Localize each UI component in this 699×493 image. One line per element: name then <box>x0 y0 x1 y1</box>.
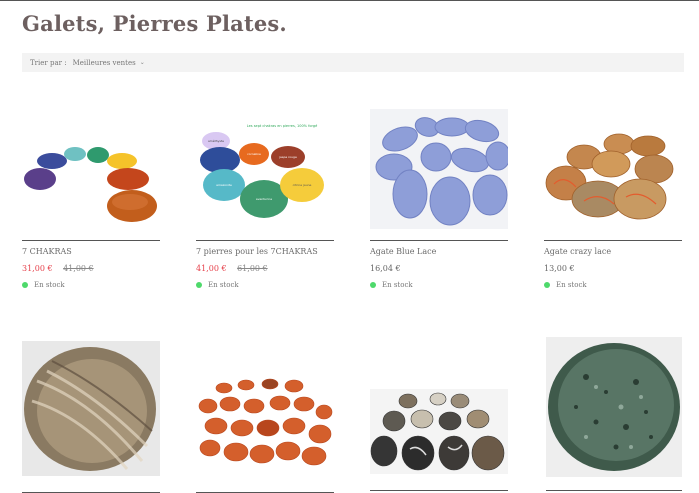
product-card[interactable]: Agate crazy lace 13,00 € En stock <box>544 109 682 289</box>
product-price: 41,00 € <box>196 264 227 273</box>
product-image[interactable] <box>544 109 682 229</box>
stock-status: En stock <box>544 281 587 289</box>
divider <box>544 240 682 241</box>
stock-label: En stock <box>382 281 413 289</box>
divider <box>196 240 334 241</box>
svg-text:jaspe rouge: jaspe rouge <box>278 155 297 159</box>
svg-text:citrine jaune: citrine jaune <box>293 183 312 187</box>
stock-status: En stock <box>22 281 65 289</box>
in-stock-dot-icon <box>196 282 202 288</box>
product-card[interactable] <box>370 389 508 491</box>
stock-status: En stock <box>196 281 239 289</box>
svg-text:améthyste: améthyste <box>208 139 224 143</box>
svg-text:cornaline: cornaline <box>247 152 261 156</box>
stock-label: En stock <box>208 281 239 289</box>
product-name[interactable]: 7 pierres pour les 7CHAKRAS <box>196 247 318 256</box>
product-card[interactable] <box>22 341 160 493</box>
product-price: 16,04 € <box>370 264 401 273</box>
svg-text:amazonite: amazonite <box>216 183 232 187</box>
sort-select[interactable]: Meilleures ventes <box>73 59 136 67</box>
product-image[interactable] <box>370 109 508 229</box>
stock-label: En stock <box>34 281 65 289</box>
sort-bar: Trier par : Meilleures ventes ⌄ <box>22 53 684 72</box>
sort-label: Trier par : <box>30 58 67 67</box>
product-price: 31,00 € <box>22 264 53 273</box>
product-image[interactable]: Les sept chakras en pierres, 100% forgé … <box>196 109 334 229</box>
product-image[interactable] <box>196 376 334 474</box>
stock-status: En stock <box>370 281 413 289</box>
product-old-price: 41,00 € <box>63 264 94 273</box>
product-image[interactable] <box>22 109 160 229</box>
product-card[interactable] <box>196 376 334 493</box>
product-price: 13,00 € <box>544 264 575 273</box>
svg-text:aventurine: aventurine <box>256 197 272 201</box>
page-title: Galets, Pierres Plates. <box>22 11 287 36</box>
product-card[interactable]: Les sept chakras en pierres, 100% forgé … <box>196 109 334 289</box>
product-name[interactable]: Agate crazy lace <box>544 247 611 256</box>
product-image[interactable] <box>22 341 160 476</box>
image-caption: Les sept chakras en pierres, 100% forgé <box>247 124 318 128</box>
product-card[interactable]: Agate Blue Lace 16,04 € En stock <box>370 109 508 289</box>
in-stock-dot-icon <box>22 282 28 288</box>
product-image[interactable] <box>546 337 682 477</box>
in-stock-dot-icon <box>370 282 376 288</box>
divider <box>370 240 508 241</box>
product-old-price: 61,00 € <box>237 264 268 273</box>
in-stock-dot-icon <box>544 282 550 288</box>
chevron-down-icon[interactable]: ⌄ <box>140 59 145 66</box>
product-card[interactable]: 7 CHAKRAS 31,00 € 41,00 € En stock <box>22 109 160 289</box>
stock-label: En stock <box>556 281 587 289</box>
product-name[interactable]: 7 CHAKRAS <box>22 247 72 256</box>
product-card[interactable] <box>546 337 684 491</box>
divider <box>22 240 160 241</box>
product-name[interactable]: Agate Blue Lace <box>370 247 436 256</box>
product-image[interactable] <box>370 389 508 474</box>
